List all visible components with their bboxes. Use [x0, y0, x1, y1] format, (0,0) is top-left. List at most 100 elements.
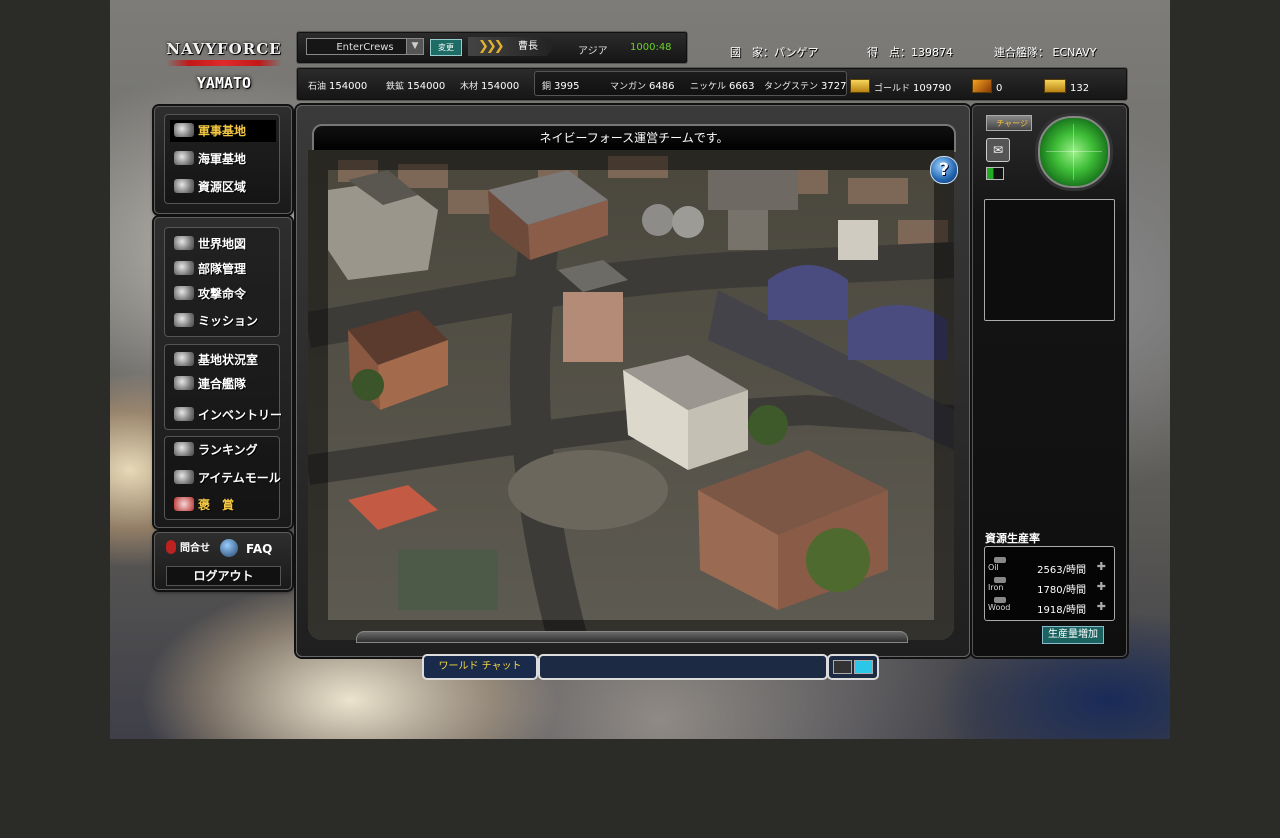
production-rate: 2563/時間 — [1037, 565, 1086, 576]
cash-value: 132 — [1070, 83, 1090, 94]
logout-button[interactable]: ログアウト — [166, 566, 281, 586]
base-view[interactable] — [308, 150, 954, 640]
background-stage: NAVYFORCE YAMATO EnterCrews ▼ 変更 ❯❯❯ 曹長 … — [110, 0, 1170, 739]
nav-item-mall[interactable]: アイテムモール — [170, 467, 281, 489]
nav-ranking[interactable]: ランキング — [170, 439, 276, 461]
oil-value: 154000 — [329, 81, 368, 92]
resource-iron: 鉄鉱 154000 — [386, 79, 445, 92]
nav-label: 海軍基地 — [198, 152, 247, 166]
manganese-label: マンガン — [610, 82, 647, 92]
timer: 1000:48 — [630, 42, 672, 53]
nav-label: 世界地図 — [198, 237, 247, 251]
nav-base-status[interactable]: 基地状況室 — [170, 349, 276, 371]
nav-resource-area[interactable]: 資源区域 — [170, 176, 276, 198]
resource-oil: 石油 154000 — [308, 79, 367, 92]
nav-label: 基地状況室 — [198, 353, 259, 367]
oil-icon: Oil — [988, 557, 1012, 572]
production-boost-button[interactable]: 生産量増加 — [1042, 626, 1104, 644]
chevron-down-icon[interactable]: ▼ — [406, 39, 423, 54]
wood-icon: Wood — [988, 597, 1012, 612]
message-button[interactable]: ✉ — [986, 138, 1010, 162]
logo-title: NAVYFORCE — [166, 40, 282, 58]
radar-icon[interactable] — [1038, 116, 1110, 188]
resource-nickel: ニッケル 6663 — [690, 79, 754, 92]
nav-label: ミッション — [198, 314, 259, 328]
iron-label: 鉄鉱 — [386, 82, 405, 92]
rank-label: 曹長 — [518, 41, 538, 52]
nav-label: 攻撃命令 — [198, 287, 247, 301]
nation-info: 國 家：パンゲア — [730, 46, 819, 59]
nav-world-map[interactable]: 世界地図 — [170, 233, 276, 255]
wood-value: 154000 — [481, 81, 520, 92]
building-icon — [174, 352, 194, 366]
nickel-label: ニッケル — [690, 82, 727, 92]
production-row-iron: Iron 1780/時間 ✚ — [988, 577, 1108, 596]
chat-controls — [827, 654, 879, 680]
score-info: 得 点：139874 — [867, 46, 953, 59]
nav-combined-fleet[interactable]: 連合艦隊 — [170, 373, 276, 395]
chat-input[interactable] — [538, 654, 828, 680]
nav-attack-order[interactable]: 攻撃命令 — [170, 283, 276, 305]
resource-gold: ゴールド 109790 — [850, 79, 951, 94]
nickel-value: 6663 — [729, 81, 755, 92]
inventory-icon — [174, 407, 194, 421]
resource-tungsten: タングステン 3727 — [764, 79, 846, 92]
tungsten-value: 3727 — [821, 81, 847, 92]
game-logo[interactable]: NAVYFORCE YAMATO — [162, 38, 286, 100]
plus-icon[interactable]: ✚ — [1097, 560, 1106, 573]
resource-cash[interactable]: 132 — [1044, 79, 1089, 94]
resource-copper: 銅 3995 — [542, 79, 579, 92]
contact-label: 問合せ — [180, 543, 210, 554]
nav-mission[interactable]: ミッション — [170, 310, 276, 332]
plus-icon[interactable]: ✚ — [1097, 600, 1106, 613]
copper-label: 銅 — [542, 82, 552, 92]
copper-value: 3995 — [554, 81, 580, 92]
production-rate: 1780/時間 — [1037, 585, 1086, 596]
server-select[interactable]: EnterCrews ▼ — [306, 38, 424, 55]
contact-icon — [166, 540, 176, 554]
gift-icon — [174, 497, 194, 511]
ticket-value: 0 — [996, 83, 1003, 94]
announcement-bar: ネイビーフォース運営チームです。 — [312, 124, 956, 152]
ranking-icon — [174, 442, 194, 456]
base-icon — [174, 123, 194, 137]
chat-send-icon[interactable] — [833, 660, 852, 674]
nav-inventory[interactable]: インベントリー — [170, 404, 282, 426]
gold-icon — [850, 79, 870, 93]
info-box — [984, 199, 1115, 321]
rank-badge: ❯❯❯ 曹長 — [468, 37, 554, 56]
gold-value: 109790 — [913, 83, 952, 94]
chat-toggle-icon[interactable] — [854, 660, 873, 674]
view-bottom-rail — [356, 631, 908, 643]
contact-button[interactable]: 問合せ — [166, 540, 226, 558]
plus-icon[interactable]: ✚ — [1097, 580, 1106, 593]
help-button[interactable]: ? — [930, 156, 958, 184]
nav-military-base[interactable]: 軍事基地 — [170, 120, 276, 142]
nav-label: ランキング — [198, 443, 258, 457]
nav-label: 資源区域 — [198, 180, 247, 194]
production-rate: 1918/時間 — [1037, 605, 1086, 616]
gold-label: ゴールド — [874, 84, 911, 94]
faq-button[interactable]: FAQ — [220, 538, 280, 560]
resource-ticket[interactable]: 0 — [972, 79, 1002, 94]
message-icon: ✉ — [992, 143, 1004, 157]
change-server-button[interactable]: 変更 — [430, 39, 462, 56]
nav-label: 連合艦隊 — [198, 377, 247, 391]
nav-rewards[interactable]: 褒 賞 — [170, 494, 276, 516]
production-row-wood: Wood 1918/時間 ✚ — [988, 597, 1108, 616]
resource-manganese: マンガン 6486 — [610, 79, 674, 92]
item-mall-icon — [174, 470, 194, 484]
world-chat-tab[interactable]: ワールド チャット — [422, 654, 538, 680]
logo-red-bar — [166, 60, 282, 66]
logo-subtitle: YAMATO — [196, 74, 252, 92]
anchor-icon — [174, 151, 194, 165]
iron-icon: Iron — [988, 577, 1012, 592]
production-row-oil: Oil 2563/時間 ✚ — [988, 557, 1108, 576]
nav-unit-management[interactable]: 部隊管理 — [170, 258, 276, 280]
charge-button[interactable]: チャージ — [986, 115, 1032, 131]
cash-icon — [1044, 79, 1066, 93]
iron-value: 154000 — [407, 81, 446, 92]
battery-icon — [986, 167, 1004, 180]
nav-naval-base[interactable]: 海軍基地 — [170, 148, 276, 170]
rank-chevron-icon: ❯❯❯ — [478, 39, 505, 54]
